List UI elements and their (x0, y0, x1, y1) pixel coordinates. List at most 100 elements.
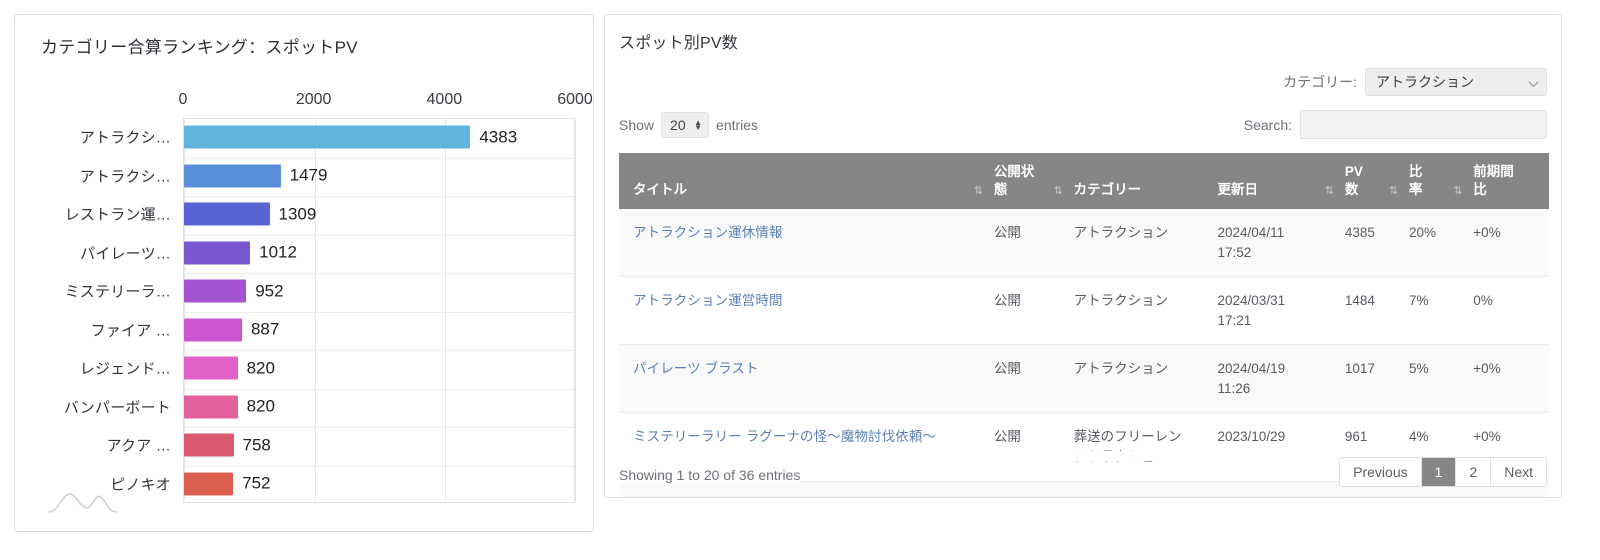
chart-bar[interactable] (184, 164, 281, 188)
pagination: Previous 1 2 Next (1339, 457, 1547, 487)
table-cell-text: 公開 (993, 225, 1021, 240)
table-row-title-link[interactable]: ファイア ファイア NEXT 〜レビヤタンの逆襲〜 (633, 498, 926, 499)
table-cell-prev: +0% (1469, 344, 1549, 414)
pagination-page-2[interactable]: 2 (1456, 458, 1492, 486)
table-row-title-link[interactable]: アトラクション運営時間 (633, 293, 783, 308)
category-ranking-chart-card: カテゴリー合算ランキング：スポットPV 0 2000 4000 6000 アトラクシ…… (14, 14, 594, 532)
search-label: Search: (1243, 116, 1292, 133)
chart-bar-value-label: 887 (250, 319, 280, 339)
chart-bar-row: レストラン運… 1309 (15, 195, 593, 234)
sort-updown-icon[interactable]: ⇅ (1054, 184, 1066, 199)
table-cell-text: 0% (1473, 293, 1493, 309)
table-cell-text: +0% (1473, 498, 1500, 499)
table-column-header-label: 比 率 (1409, 163, 1423, 197)
chart-bar[interactable] (184, 125, 471, 149)
table-cell-category: アトラクション (1069, 481, 1214, 497)
chart-bar-row: バンパーボート 820 (15, 388, 593, 427)
pagination-next-button[interactable]: Next (1491, 458, 1546, 486)
sort-updown-icon[interactable]: ⇅ (1389, 184, 1401, 199)
table-column-header-pv[interactable]: PV 数 ⇅ (1340, 153, 1406, 209)
table-cell-category: アトラクション (1069, 344, 1214, 414)
table-cell-text: 公開 (993, 361, 1021, 377)
chart-category-label: レストラン運… (64, 206, 171, 224)
table-column-header-updated[interactable]: 更新日 ⇅ (1213, 153, 1341, 209)
table-column-header-title[interactable]: タイトル ⇅ (619, 153, 990, 209)
spot-pv-table: タイトル ⇅ 公開状 態 ⇅ カテゴリー 更新日 ⇅ PV 数 ⇅ 比 率 ⇅ 前期間 比 アトラクシ… (619, 153, 1549, 499)
search-input[interactable] (1300, 110, 1547, 139)
chart-bar[interactable] (184, 202, 270, 226)
table-cell-ratio: 5% (1405, 344, 1470, 414)
table-cell-text: 7% (1409, 293, 1429, 309)
table-cell-pv: 1017 (1340, 344, 1406, 414)
category-select-value: アトラクション (1376, 74, 1474, 90)
table-column-header-category[interactable]: カテゴリー (1069, 153, 1214, 209)
table-column-header-prev[interactable]: 前期間 比 (1469, 153, 1549, 209)
table-column-header-label: カテゴリー (1073, 181, 1142, 197)
table-column-header-label: 更新日 (1217, 181, 1259, 197)
chart-bar[interactable] (184, 433, 234, 457)
chart-bar[interactable] (184, 472, 234, 496)
chart-bar-row: アトラクシ… 1479 (15, 157, 593, 196)
x-axis-tick-label: 6000 (557, 91, 593, 108)
x-axis-tick-label: 4000 (426, 91, 463, 108)
search-control: Search: (1244, 110, 1547, 139)
chart-bar-row: アクア … 758 (15, 426, 593, 465)
pagination-previous-button[interactable]: Previous (1340, 458, 1422, 486)
table-cell-text: 4385 (1344, 225, 1375, 240)
category-select[interactable]: アトラクション (1365, 68, 1547, 96)
entries-per-page-select[interactable]: 20 ▲ ▼ (661, 112, 710, 138)
table-row-title-link[interactable]: ミステリーラリー ラグーナの怪〜魔物討伐依頼〜 (633, 429, 936, 444)
chart-bar-row: ミステリーラ… 952 (15, 272, 593, 311)
chart-category-label: アクア … (106, 437, 171, 455)
chart-category-label: ミステリーラ… (64, 283, 171, 301)
table-cell-text: +0% (1473, 225, 1501, 240)
table-cell-text: 1017 (1344, 361, 1375, 377)
table-cell-prev: 0% (1469, 276, 1549, 346)
table-row-title-link[interactable]: アトラクション運休情報 (633, 225, 783, 240)
table-column-header-ratio[interactable]: 比 率 ⇅ (1405, 153, 1470, 209)
table-cell-status: 公開 (989, 481, 1070, 499)
chart-bar[interactable] (184, 395, 238, 419)
table-cell-text: アトラクション (1073, 361, 1169, 377)
x-axis-tick-label: 2000 (295, 91, 332, 108)
table-column-header-status[interactable]: 公開状 態 ⇅ (989, 153, 1070, 209)
table-cell-category: 葬送のフリーレン アトラクション (1069, 412, 1214, 482)
x-axis-tick-label: 0 (178, 91, 188, 108)
table-cell-text: 2024/04/11 17:52 (1217, 225, 1285, 260)
table-cell-title: ファイア ファイア NEXT 〜レビヤタンの逆襲〜 (619, 481, 990, 499)
chart-bar-value-label: 820 (246, 396, 275, 416)
table-cell-status: 公開 (989, 209, 1070, 278)
chart-bar-group: 758 (184, 433, 271, 457)
chart-bar[interactable] (184, 318, 242, 342)
chart-category-label: アトラクシ… (79, 129, 171, 147)
table-cell-text: アトラクション (1073, 225, 1169, 240)
chart-bar-value-label: 758 (242, 435, 271, 455)
chart-bar[interactable] (184, 356, 238, 380)
table-cell-category: アトラクション (1069, 209, 1214, 278)
sort-updown-icon[interactable]: ⇅ (1453, 184, 1465, 199)
pagination-page-1[interactable]: 1 (1421, 458, 1457, 486)
chart-bar-group: 887 (184, 318, 280, 342)
table-cell-text: 公開 (994, 498, 1021, 499)
table-footer-info: Showing 1 to 20 of 36 entries (619, 465, 801, 483)
sort-updown-icon[interactable]: ⇅ (1325, 184, 1337, 199)
table-cell-updated: 2024/04/19 11:26 (1213, 344, 1341, 414)
show-entries-prefix: Show (619, 117, 655, 133)
table-cell-pv: 1484 (1340, 276, 1406, 346)
chart-bar-group: 820 (184, 395, 275, 419)
table-cell-title: パイレーツ ブラスト (619, 344, 990, 414)
table-cell-pv: 4385 (1340, 209, 1406, 278)
chart-bar[interactable] (184, 279, 247, 303)
table-cell-text: 5% (1409, 361, 1429, 377)
table-column-header-label: タイトル (633, 181, 687, 197)
chart-bar-value-label: 820 (246, 358, 275, 378)
sort-updown-icon[interactable]: ⇅ (974, 184, 986, 199)
table-row: アトラクション運休情報 公開 アトラクション 2024/04/11 17:52 4385… (619, 209, 1549, 278)
table-cell-text: 4% (1409, 429, 1429, 445)
chart-bar[interactable] (184, 241, 251, 265)
table-row-title-link[interactable]: パイレーツ ブラスト (633, 361, 759, 376)
chart-bar-row: パイレーツ… 1012 (15, 234, 593, 273)
bar-chart-plot: 0 2000 4000 6000 アトラクシ… 4383 アトラクシ… 1479 レストラン運… (15, 73, 593, 523)
table-cell-text: 4% (1409, 498, 1429, 499)
table-row: パイレーツ ブラスト 公開 アトラクション 2024/04/19 11:26 1017 5… (619, 344, 1549, 414)
